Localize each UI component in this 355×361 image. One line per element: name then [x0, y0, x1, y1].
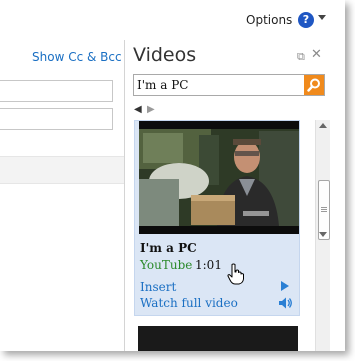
- video-thumbnail[interactable]: [139, 121, 299, 234]
- video-source: YouTube: [140, 258, 193, 272]
- video-result-card[interactable]: I'm a PC YouTube 1:01 Insert Watch full …: [134, 120, 300, 316]
- prev-arrow-icon[interactable]: ◀: [134, 104, 142, 115]
- watch-full-video-link[interactable]: Watch full video: [140, 296, 238, 310]
- help-dropdown-caret-icon[interactable]: [318, 15, 326, 20]
- search-button[interactable]: [304, 75, 324, 95]
- scroll-up-arrow-icon[interactable]: [319, 123, 327, 128]
- to-field[interactable]: [0, 80, 113, 102]
- subject-field[interactable]: [0, 108, 113, 130]
- search-input[interactable]: [137, 76, 297, 94]
- insert-link[interactable]: Insert: [140, 280, 176, 294]
- videos-pane: Videos ⧉ ✕ ◀ ▶: [125, 40, 345, 351]
- speaker-icon[interactable]: [278, 296, 292, 310]
- scroll-thumb[interactable]: [318, 180, 330, 240]
- next-arrow-icon[interactable]: ▶: [147, 104, 155, 115]
- search-icon: [307, 78, 320, 92]
- results-scrollbar[interactable]: [315, 120, 330, 351]
- hand-cursor-icon: [227, 263, 244, 285]
- results-list: I'm a PC YouTube 1:01 Insert Watch full …: [125, 120, 345, 351]
- close-icon[interactable]: ✕: [311, 47, 322, 62]
- video-title[interactable]: I'm a PC: [140, 241, 197, 255]
- pane-title: Videos: [133, 44, 197, 66]
- search-box: [133, 74, 325, 96]
- next-video-thumbnail[interactable]: [138, 326, 298, 351]
- mail-window: Options ? Show Cc & Bcc Videos ⧉ ✕ ◀ ▶: [0, 0, 345, 351]
- options-menu[interactable]: Options: [246, 13, 292, 27]
- formatting-toolbar: [0, 156, 124, 184]
- scroll-grip: [321, 211, 327, 212]
- show-cc-bcc-link[interactable]: Show Cc & Bcc: [32, 50, 122, 64]
- compose-area: Show Cc & Bcc: [0, 40, 124, 351]
- video-actions: Insert Watch full video: [135, 278, 299, 315]
- play-icon[interactable]: [281, 281, 289, 291]
- video-thumbnail-image: [139, 121, 299, 234]
- help-icon[interactable]: ?: [298, 12, 314, 28]
- scroll-grip: [321, 209, 327, 210]
- scroll-down-arrow-icon[interactable]: [319, 232, 327, 237]
- top-bar: Options ?: [0, 0, 345, 40]
- scroll-grip: [321, 207, 327, 208]
- video-duration: 1:01: [195, 258, 222, 272]
- popout-icon[interactable]: ⧉: [297, 50, 305, 64]
